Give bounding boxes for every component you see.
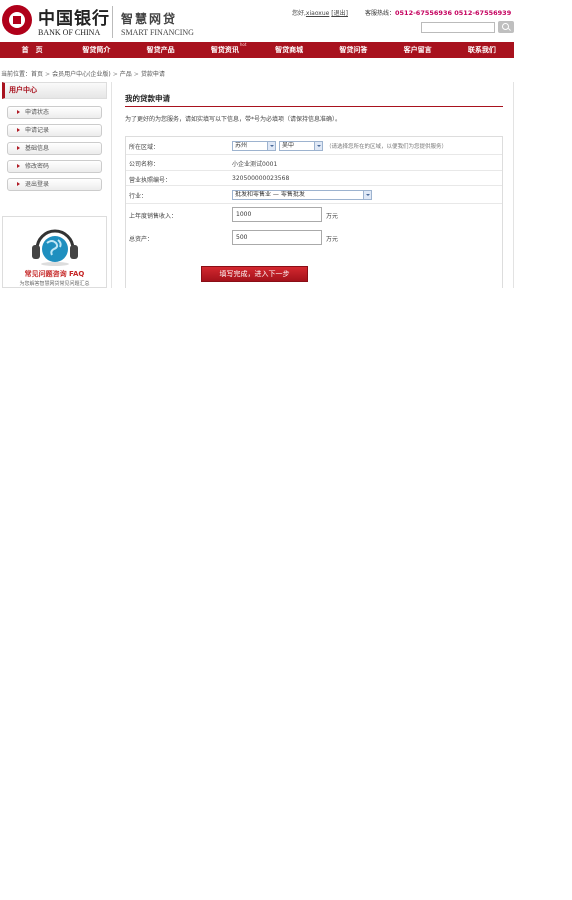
chevron-down-icon — [314, 142, 322, 150]
next-step-button[interactable]: 填写完成，进入下一步 — [201, 266, 308, 282]
arrow-right-icon — [17, 182, 20, 186]
sidebar-item-password[interactable]: 修改密码 — [7, 160, 102, 173]
nav-item-home[interactable]: 首 页 — [0, 42, 64, 58]
headset-globe-icon — [32, 229, 78, 266]
logo-chinese-name: 中国银行 — [38, 9, 110, 29]
site-name-chinese: 智慧网贷 — [121, 12, 178, 26]
hotline-label: 客服热线： — [365, 10, 396, 17]
site-header: 中国银行 BANK OF CHINA 智慧网贷 SMART FINANCING … — [0, 0, 514, 42]
chevron-down-icon — [267, 142, 275, 150]
region-row: 所在区域： 苏州 吴中 （请选择您所在的区域，以便我们为您提供服务） — [126, 137, 502, 155]
income-input[interactable]: 1000 — [232, 207, 322, 222]
logo-english-name: BANK OF CHINA — [38, 28, 101, 37]
company-row: 公司名称： 小企业测试0001 — [126, 155, 502, 171]
industry-select[interactable]: 批发和零售业 — 零售批发 — [232, 190, 372, 200]
user-links: 您好,xiaoxue [退出] — [292, 8, 348, 17]
welcome-text: 您好, — [292, 10, 306, 17]
logo-divider — [112, 6, 113, 38]
bank-of-china-logo-icon[interactable] — [2, 5, 32, 35]
company-label: 公司名称： — [129, 161, 160, 168]
nav-item-mall[interactable]: 智贷商城 — [257, 42, 321, 58]
arrow-right-icon — [17, 146, 20, 150]
faq-title: 常见问题咨询 FAQ — [24, 270, 85, 278]
search-button[interactable] — [498, 21, 514, 33]
title-divider — [125, 106, 503, 107]
sidebar-item-status[interactable]: 申请状态 — [7, 106, 102, 119]
sidebar-item-records[interactable]: 申请记录 — [7, 124, 102, 137]
breadcrumb: 当前位置：首页 > 会员用户中心(企业版) > 产品 > 贷款申请 — [1, 71, 165, 78]
chevron-down-icon — [363, 191, 371, 199]
nav-item-message[interactable]: 客户留言 — [386, 42, 450, 58]
sidebar-item-logout[interactable]: 退出登录 — [7, 178, 102, 191]
income-label: 上年度销售收入： — [129, 213, 178, 220]
username-link[interactable]: xiaoxue — [306, 10, 329, 17]
nav-item-contact[interactable]: 联系我们 — [450, 42, 514, 58]
breadcrumb-user-center[interactable]: 会员用户中心(企业版) — [52, 71, 111, 78]
income-unit: 万元 — [326, 213, 339, 220]
faq-banner[interactable]: 常见问题咨询 FAQ 为您解答智慧网贷常见问题汇总 — [2, 216, 107, 288]
nav-item-products[interactable]: 智贷产品 — [129, 42, 193, 58]
main-nav: 首 页 智贷简介 智贷产品 智贷资讯 hot 智贷商城 智贷问答 客户留言 联系我… — [0, 42, 514, 58]
income-row: 上年度销售收入： 1000 万元 — [126, 204, 502, 228]
hotline: 客服热线：0512-67556936 0512-67556939 — [365, 8, 511, 17]
assets-row: 总资产： 500 万元 — [126, 228, 502, 250]
arrow-right-icon — [17, 110, 20, 114]
nav-item-intro[interactable]: 智贷简介 — [64, 42, 128, 58]
city-select[interactable]: 吴中 — [279, 141, 323, 151]
breadcrumb-home[interactable]: 首页 — [31, 71, 43, 78]
sidebar: 用户中心 申请状态 申请记录 基础信息 修改密码 退出登录 — [2, 82, 107, 191]
breadcrumb-product[interactable]: 产品 — [120, 71, 132, 78]
faq-description: 为您解答智慧网贷常见问题汇总 — [19, 281, 90, 287]
nav-item-qa[interactable]: 智贷问答 — [321, 42, 385, 58]
license-row: 营业执照编号： 320500000023568 — [126, 171, 502, 186]
industry-label: 行业： — [129, 193, 148, 200]
search-input[interactable] — [421, 22, 495, 33]
breadcrumb-label: 当前位置： — [1, 71, 32, 78]
region-label: 所在区域： — [129, 144, 160, 151]
site-name-english: SMART FINANCING — [121, 28, 194, 37]
intro-text: 为了更好的为您服务，请如实填写以下信息，带*号为必填项（请保持信息准确）。 — [125, 116, 342, 123]
logout-link[interactable]: [退出] — [331, 10, 348, 17]
application-form: 所在区域： 苏州 吴中 （请选择您所在的区域，以便我们为您提供服务） 公司名称：… — [125, 136, 503, 288]
arrow-right-icon — [17, 128, 20, 132]
breadcrumb-current: 贷款申请 — [140, 71, 165, 78]
page-title: 我的贷款申请 — [125, 94, 170, 103]
company-value: 小企业测试0001 — [232, 161, 278, 168]
arrow-right-icon — [17, 164, 20, 168]
industry-row: 行业： 批发和零售业 — 零售批发 — [126, 186, 502, 204]
assets-label: 总资产： — [129, 236, 154, 243]
loan-application-panel: 我的贷款申请 为了更好的为您服务，请如实填写以下信息，带*号为必填项（请保持信息… — [111, 82, 514, 288]
nav-item-news[interactable]: 智贷资讯 hot — [193, 42, 257, 58]
license-label: 营业执照编号： — [129, 177, 172, 184]
region-hint: （请选择您所在的区域，以便我们为您提供服务） — [326, 144, 448, 150]
sidebar-title: 用户中心 — [2, 82, 107, 99]
hotline-numbers: 0512-67556936 0512-67556939 — [395, 9, 512, 17]
license-value: 320500000023568 — [232, 175, 290, 182]
sidebar-item-basic-info[interactable]: 基础信息 — [7, 142, 102, 155]
assets-input[interactable]: 500 — [232, 230, 322, 245]
hot-badge: hot — [239, 42, 247, 47]
assets-unit: 万元 — [326, 236, 339, 243]
province-select[interactable]: 苏州 — [232, 141, 276, 151]
